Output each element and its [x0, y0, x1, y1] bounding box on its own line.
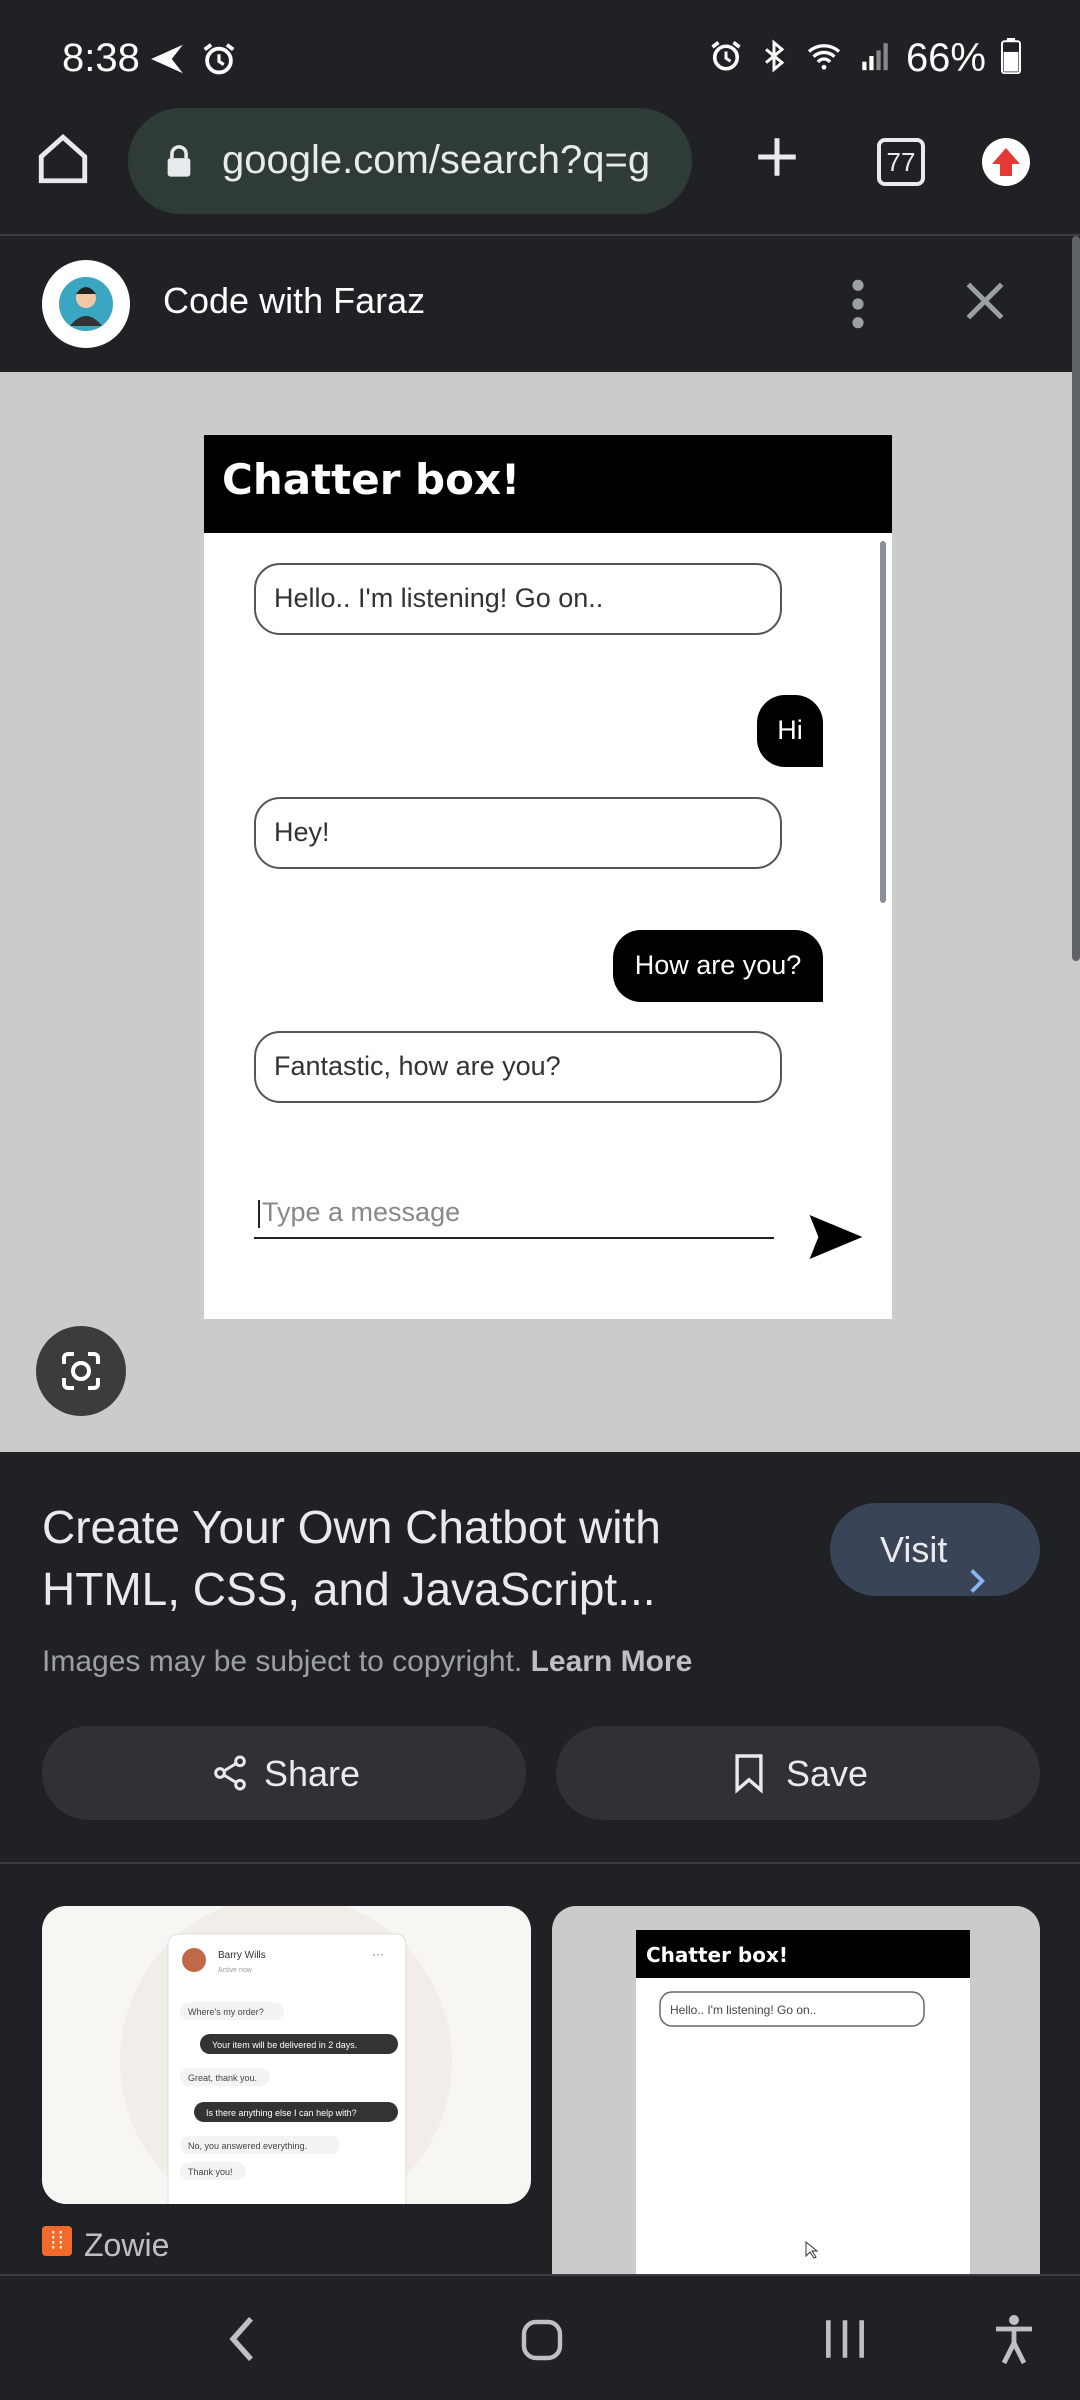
message-input: Type a message: [254, 1197, 774, 1239]
user-message: How are you?: [613, 930, 823, 1002]
chat-scrollbar: [880, 541, 886, 903]
home-circle-icon: [521, 2319, 563, 2361]
google-lens-button[interactable]: [36, 1326, 126, 1416]
thumb-source-name: Zowie: [84, 2226, 170, 2263]
bookmark-icon: [732, 1752, 766, 1803]
thumb-message: No, you answered everything.: [188, 2141, 307, 2151]
accessibility-button[interactable]: [990, 2312, 1038, 2371]
save-label: Save: [786, 1753, 869, 1794]
svg-text:···: ···: [372, 1947, 384, 1961]
copyright-text: Images may be subject to copyright.: [42, 1645, 523, 1678]
status-time: 8:38: [62, 36, 140, 80]
avatar-icon: [59, 277, 113, 331]
send-notification-icon: [148, 40, 186, 83]
thumb-message: Your item will be delivered in 2 days.: [212, 2040, 357, 2050]
panel-scrollbar[interactable]: [1072, 236, 1080, 961]
thumb-message: Thank you!: [188, 2167, 233, 2177]
thumb-message: Is there anything else I can help with?: [206, 2108, 357, 2118]
battery-icon: [1000, 38, 1022, 79]
thumb-chat-title: Chatter box!: [646, 1943, 788, 1967]
plus-icon: [758, 138, 796, 176]
bot-message: Fantastic, how are you?: [254, 1031, 782, 1103]
share-icon: [210, 1752, 250, 1803]
update-arrow-icon: [992, 148, 1020, 176]
image-viewer-header: Code with Faraz: [0, 236, 1080, 372]
wifi-icon: [804, 38, 844, 79]
kebab-icon: [852, 279, 864, 329]
accessibility-icon: [996, 2315, 1032, 2365]
related-image-2[interactable]: Chatter box! Hello.. I'm listening! Go o…: [552, 1906, 1040, 2274]
share-label: Share: [264, 1753, 361, 1794]
copyright-notice: Images may be subject to copyright. Lear…: [42, 1645, 692, 1679]
lock-icon: [164, 144, 194, 183]
tab-switcher-button[interactable]: 77: [877, 138, 925, 186]
thumb-chat-message: Hello.. I'm listening! Go on..: [670, 2003, 816, 2017]
thumb-contact-status: Active now: [218, 1967, 253, 1974]
recents-icon: [826, 2320, 864, 2358]
system-navigation-bar: [0, 2274, 1080, 2400]
chevron-right-icon: [966, 1536, 988, 1629]
zowie-logo-icon: [42, 2226, 72, 2264]
alarm-icon: [200, 40, 238, 83]
recents-button[interactable]: [820, 2316, 870, 2367]
bot-message: Hello.. I'm listening! Go on..: [254, 563, 782, 635]
send-icon: [809, 1215, 863, 1259]
alarm-icon: [708, 38, 744, 79]
chat-header: Chatter box!: [204, 435, 892, 533]
site-avatar: [42, 260, 130, 348]
image-preview[interactable]: Chatter box! Hello.. I'm listening! Go o…: [0, 372, 1080, 1452]
close-button[interactable]: [960, 276, 1010, 331]
thumb-message: Where's my order?: [188, 2007, 264, 2017]
url-text: google.com/search?q=g: [222, 138, 651, 182]
battery-percent: 66%: [905, 36, 986, 80]
user-message: Hi: [757, 695, 823, 767]
site-name: Code with Faraz: [163, 280, 426, 321]
more-options-button[interactable]: [848, 276, 868, 337]
chat-mockup-thumbnail: Barry Wills Active now ··· Where's my or…: [120, 1906, 452, 2204]
back-button[interactable]: [222, 2312, 262, 2371]
chatterbox-thumbnail: Chatter box! Hello.. I'm listening! Go o…: [636, 1930, 970, 2274]
home-icon: [38, 134, 88, 184]
bot-message: Hey!: [254, 797, 782, 869]
home-button[interactable]: [34, 130, 92, 188]
message-placeholder: Type a message: [262, 1197, 461, 1227]
thumb-message: Great, thank you.: [188, 2073, 257, 2083]
learn-more-link[interactable]: Learn More: [531, 1645, 693, 1678]
close-icon: [966, 282, 1004, 320]
result-title[interactable]: Create Your Own Chatbot with HTML, CSS, …: [42, 1496, 762, 1620]
save-button[interactable]: Save: [556, 1726, 1040, 1820]
status-bar: 8:38 66%: [0, 0, 1080, 108]
chatbot-screenshot: Chatter box! Hello.. I'm listening! Go o…: [204, 435, 892, 1319]
send-button: [808, 1215, 864, 1264]
visit-label: Visit: [880, 1529, 948, 1570]
address-bar[interactable]: google.com/search?q=g: [128, 108, 692, 214]
bluetooth-icon: [758, 38, 790, 79]
browser-toolbar: google.com/search?q=g 77: [0, 108, 1080, 236]
signal-icon: [858, 38, 892, 79]
thumb-contact-name: Barry Wills: [218, 1950, 266, 1961]
share-button[interactable]: Share: [42, 1726, 526, 1820]
new-tab-button[interactable]: [752, 132, 802, 187]
back-icon: [229, 2316, 254, 2362]
divider: [0, 1862, 1080, 1864]
lens-icon: [62, 1352, 100, 1390]
thumb-source[interactable]: Zowie: [42, 2226, 169, 2264]
visit-button[interactable]: Visit: [830, 1503, 1040, 1596]
home-nav-button[interactable]: [518, 2316, 566, 2369]
update-chrome-button[interactable]: [982, 138, 1030, 186]
chat-title: Chatter box!: [222, 455, 521, 504]
related-image-1[interactable]: Barry Wills Active now ··· Where's my or…: [42, 1906, 531, 2204]
